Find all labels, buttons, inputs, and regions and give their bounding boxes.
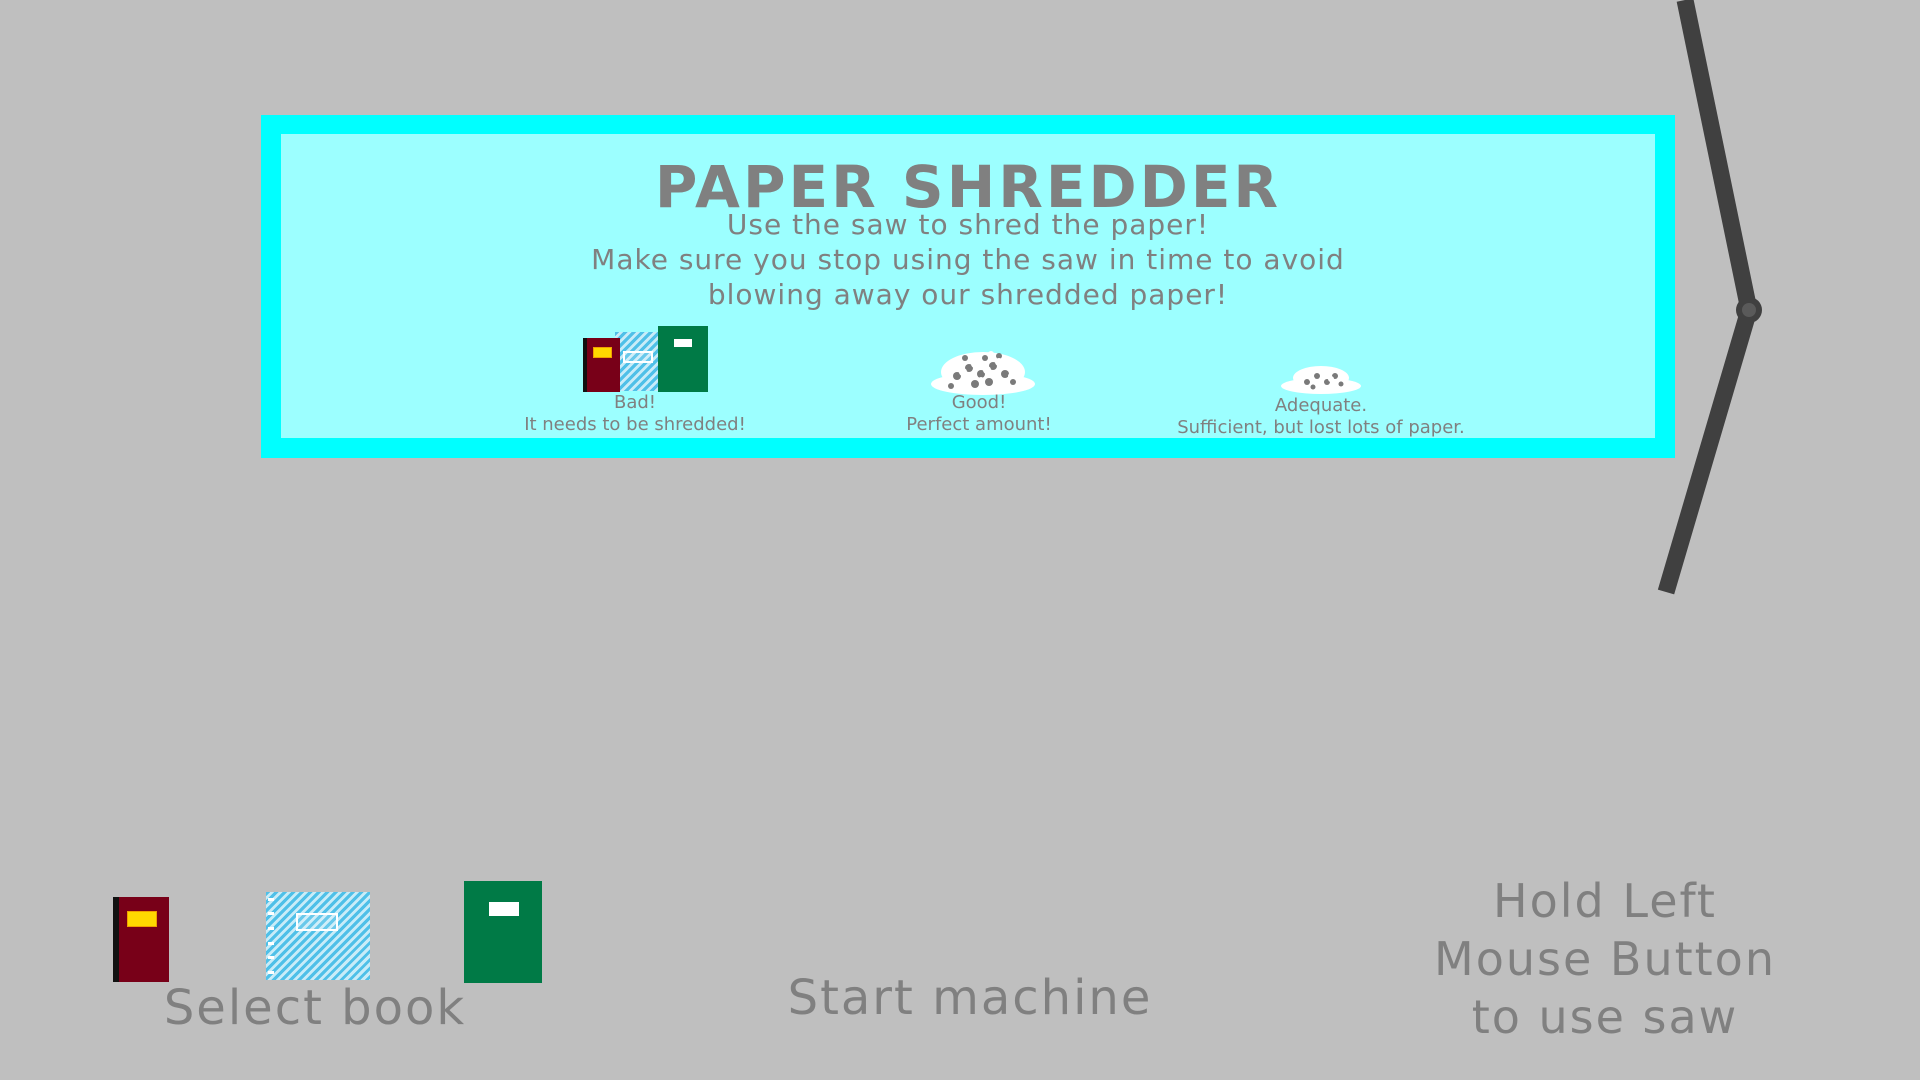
start-machine-button[interactable]: Start machine	[740, 970, 1200, 1026]
paper-pile-small-icon	[1281, 366, 1361, 394]
saw-arm-upper	[1676, 0, 1758, 312]
example-good: Good! Perfect amount!	[844, 392, 1114, 436]
saw-hint-line-1: Hold Left	[1493, 874, 1717, 928]
red-book-label	[593, 347, 612, 358]
game-screen: PAPER SHREDDER Use the saw to shred the …	[0, 0, 1920, 1080]
instructions-panel-inner: PAPER SHREDDER Use the saw to shred the …	[281, 134, 1655, 438]
red-book-spine	[113, 897, 119, 982]
paper-pile-large-icon	[931, 351, 1035, 395]
saw-pivot-center	[1742, 303, 1756, 317]
instruction-line-2: Make sure you stop using the saw in time…	[591, 243, 1345, 276]
notebook-rings	[266, 892, 276, 980]
green-book-label	[674, 339, 692, 347]
select-book-label: Select book	[163, 980, 467, 1036]
example-good-detail: Perfect amount!	[906, 414, 1052, 435]
red-book-button[interactable]	[113, 897, 169, 982]
instructions-panel: PAPER SHREDDER Use the saw to shred the …	[261, 115, 1675, 458]
example-adequate-detail: Sufficient, but lost lots of paper.	[1177, 417, 1465, 438]
red-book-label	[127, 911, 157, 927]
example-green-book-icon	[658, 326, 708, 392]
example-bad-detail: It needs to be shredded!	[524, 414, 746, 435]
saw-hint-line-2: Mouse Button	[1434, 932, 1776, 986]
green-book-button[interactable]	[464, 881, 542, 983]
example-adequate: Adequate. Sufficient, but lost lots of p…	[1131, 395, 1511, 439]
example-red-book-icon	[583, 338, 620, 392]
instruction-line-1: Use the saw to shred the paper!	[726, 208, 1210, 241]
example-good-caption: Good!	[951, 392, 1007, 413]
example-bad: Bad! It needs to be shredded!	[485, 392, 785, 436]
saw-arm-lower	[1657, 307, 1758, 595]
instructions-text: Use the saw to shred the paper! Make sur…	[281, 207, 1655, 312]
blue-notebook-button[interactable]	[266, 892, 370, 980]
example-bad-caption: Bad!	[613, 392, 657, 413]
example-adequate-caption: Adequate.	[1274, 395, 1368, 416]
example-bad-icon	[583, 326, 708, 392]
saw-hint-line-3: to use saw	[1471, 990, 1739, 1044]
red-book-spine	[583, 338, 587, 392]
notebook-label	[623, 351, 653, 363]
green-book-label	[489, 902, 519, 916]
saw-hint-text: Hold Left Mouse Button to use saw	[1370, 872, 1840, 1046]
notebook-label	[296, 913, 338, 931]
instruction-line-3: blowing away our shredded paper!	[707, 278, 1229, 311]
